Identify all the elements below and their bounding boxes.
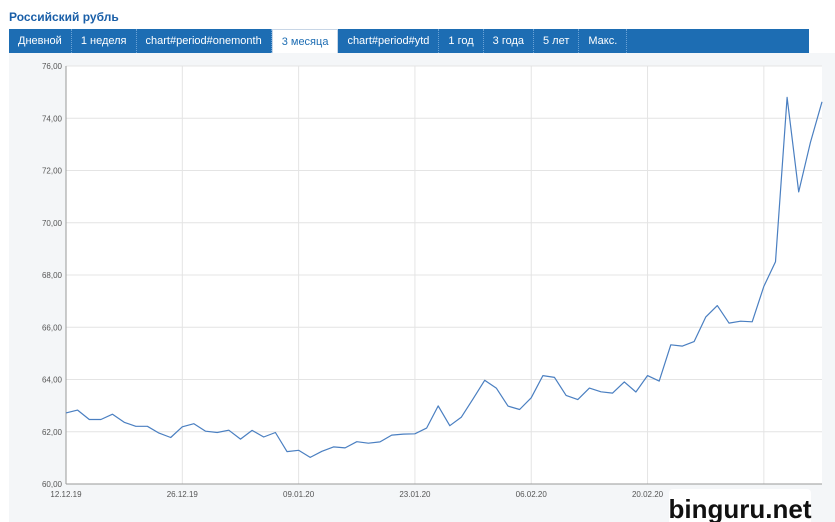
x-tick-label: 12.12.19 bbox=[50, 490, 82, 499]
tab-4[interactable]: chart#period#ytd bbox=[338, 29, 440, 53]
tab-3[interactable]: 3 месяца bbox=[271, 29, 339, 53]
y-tick-label: 64,00 bbox=[42, 376, 63, 385]
x-tick-label: 09.01.20 bbox=[283, 490, 315, 499]
tab-2[interactable]: chart#period#onemonth bbox=[137, 29, 272, 53]
line-chart: 60,00 62,00 64,00 66,00 68,00 70,00 72,00 74,00… bbox=[42, 62, 823, 499]
tab-7[interactable]: 5 лет bbox=[534, 29, 580, 53]
page: Российский рубль Дневной 1 неделя chart#pe… bbox=[0, 0, 835, 522]
y-tick-label: 72,00 bbox=[42, 167, 63, 176]
x-tick-label: 20.02.20 bbox=[632, 490, 664, 499]
y-tick-label: 74,00 bbox=[42, 114, 63, 123]
x-tick-label: 23.01.20 bbox=[399, 490, 431, 499]
tab-6[interactable]: 3 года bbox=[484, 29, 534, 53]
tab-5[interactable]: 1 год bbox=[439, 29, 484, 53]
chart-container: 60,00 62,00 64,00 66,00 68,00 70,00 72,00 74,00… bbox=[0, 53, 835, 522]
period-tabs: Дневной 1 неделя chart#period#onemonth 3 ме… bbox=[9, 29, 809, 53]
tab-8[interactable]: Макс. bbox=[579, 29, 628, 53]
y-tick-label: 70,00 bbox=[42, 219, 63, 228]
y-tick-label: 60,00 bbox=[42, 480, 63, 489]
y-tick-label: 66,00 bbox=[42, 323, 63, 332]
tab-1[interactable]: 1 неделя bbox=[72, 29, 137, 53]
y-tick-label: 62,00 bbox=[42, 428, 63, 437]
y-tick-label: 76,00 bbox=[42, 62, 63, 71]
x-tick-label: 06.02.20 bbox=[516, 490, 548, 499]
page-title: Российский рубль bbox=[9, 10, 119, 24]
x-tick-label: 26.12.19 bbox=[167, 490, 199, 499]
watermark: binguru.net bbox=[669, 489, 812, 522]
y-tick-label: 68,00 bbox=[42, 271, 63, 280]
tab-0[interactable]: Дневной bbox=[9, 29, 72, 53]
